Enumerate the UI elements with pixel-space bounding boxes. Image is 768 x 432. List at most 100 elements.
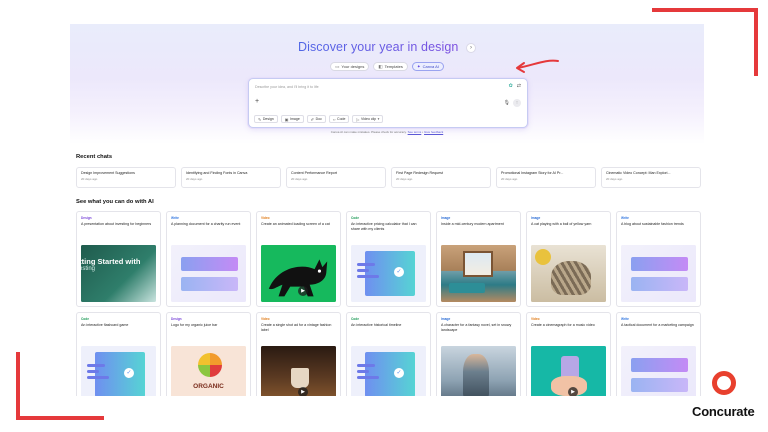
- video-icon: ▷: [356, 116, 360, 122]
- decorative-frame-bottom-left: [16, 352, 20, 420]
- chat-title: Cinematic Video Concept: Man Explori...: [606, 171, 671, 175]
- example-card[interactable]: Image A character for a fantasy novel, se…: [436, 312, 521, 396]
- add-attachment-button[interactable]: +: [255, 98, 259, 105]
- chip-label: Design: [262, 117, 274, 121]
- hero-title[interactable]: Discover your year in design ›: [70, 40, 704, 54]
- chat-title: Content Performance Report: [291, 171, 337, 175]
- card-thumbnail: ✓: [81, 346, 156, 396]
- example-card[interactable]: Code An interactive flashcard game ✓: [76, 312, 161, 396]
- card-type-label: Design: [171, 317, 182, 321]
- chat-time: 20 days ago: [501, 177, 518, 181]
- prompt-tools: ✿ ⇄: [509, 83, 521, 89]
- give-feedback-link[interactable]: Give feedback: [424, 130, 443, 134]
- thumb-block: [631, 358, 688, 372]
- fruit-logo-icon: [198, 353, 222, 377]
- thumb-bar: [357, 370, 369, 373]
- see-terms-link[interactable]: See terms: [408, 130, 422, 134]
- chat-time: 20 days ago: [396, 177, 413, 181]
- play-icon[interactable]: ▶: [568, 387, 578, 396]
- recent-chat-item[interactable]: Content Performance Report 20 days ago: [286, 167, 386, 188]
- concurate-logo-icon: [712, 371, 736, 395]
- tab-templates[interactable]: ◧ Templates: [373, 62, 408, 71]
- hero-title-text: Discover your year in design: [297, 40, 459, 54]
- card-type-label: Video: [261, 317, 270, 321]
- thumb-text: etting Started with: [81, 257, 141, 266]
- chip-image[interactable]: ▣ Image: [280, 115, 304, 123]
- recent-chat-item[interactable]: Cinematic Video Concept: Man Explori... 2…: [601, 167, 701, 188]
- character-figure: [463, 354, 489, 396]
- recent-chat-item[interactable]: Design Improvement Suggestions 20 days ag…: [76, 167, 176, 188]
- yarn-ball: [535, 249, 551, 265]
- thumb-bar: [357, 269, 369, 272]
- example-card[interactable]: Write A planning document for a charity r…: [166, 211, 251, 307]
- brand-name: Concurate: [692, 404, 755, 419]
- thumb-block: [181, 277, 238, 291]
- thumb-text: ORGANIC: [193, 383, 224, 390]
- tab-label: Canva AI: [422, 64, 439, 69]
- play-icon[interactable]: ▶: [298, 286, 308, 296]
- recent-chat-item[interactable]: First Page Redesign Request 20 days ago: [391, 167, 491, 188]
- example-card[interactable]: Video Create an animated loading screen o…: [256, 211, 341, 307]
- card-type-label: Code: [351, 317, 359, 321]
- check-icon: ✓: [394, 368, 404, 378]
- example-card[interactable]: Image Inside a mid-century modern apartme…: [436, 211, 521, 307]
- example-card[interactable]: Design A presentation about investing for…: [76, 211, 161, 307]
- chip-design[interactable]: ✎ Design: [254, 115, 278, 123]
- card-type-label: Write: [171, 216, 179, 220]
- recent-chat-item[interactable]: Identifying and Finding Fonts in Canva 20…: [181, 167, 281, 188]
- chat-time: 20 days ago: [186, 177, 203, 181]
- chip-video-clip[interactable]: ▷ Video clip ▾: [352, 115, 384, 123]
- cat-figure: [551, 261, 591, 295]
- example-card[interactable]: Code An interactive historical timeline ✓: [346, 312, 431, 396]
- prompt-input[interactable]: Describe your idea, and I'll bring it to…: [255, 85, 319, 89]
- check-icon: ✓: [394, 267, 404, 277]
- decorative-frame-bottom-left: [16, 416, 104, 420]
- microphone-icon[interactable]: 🎙: [504, 100, 510, 106]
- card-thumbnail: [621, 245, 696, 302]
- character-icon[interactable]: ✿: [509, 83, 513, 89]
- card-description: A cat playing with a ball of yellow yarn: [531, 222, 592, 226]
- example-card[interactable]: Video Create a cinemagraph for a music vi…: [526, 312, 611, 396]
- chat-time: 20 days ago: [606, 177, 623, 181]
- example-card[interactable]: Video Create a single shot ad for a vinta…: [256, 312, 341, 396]
- card-type-label: Code: [351, 216, 359, 220]
- chip-label: Code: [337, 117, 346, 121]
- example-card[interactable]: Write A blog about sustainable fashion tr…: [616, 211, 701, 307]
- example-card[interactable]: Image A cat playing with a ball of yellow…: [526, 211, 611, 307]
- card-description: A blog about sustainable fashion trends: [621, 222, 684, 226]
- recent-chat-item[interactable]: Promotional Instagram Story for AI Pr...…: [496, 167, 596, 188]
- hero-section: Discover your year in design › ▭ Your de…: [70, 24, 704, 144]
- chip-code[interactable]: ‹› Code: [328, 115, 350, 123]
- disclaimer-text: Canva AI can make mistakes. Please check…: [330, 130, 407, 134]
- card-thumbnail: [621, 346, 696, 396]
- ai-examples-grid: Design A presentation about investing for…: [76, 211, 701, 396]
- chat-time: 20 days ago: [81, 177, 98, 181]
- chat-title: Promotional Instagram Story for AI Pr...: [501, 171, 564, 175]
- card-type-label: Write: [621, 216, 629, 220]
- send-button[interactable]: ↑: [513, 99, 521, 107]
- tab-label: Templates: [384, 64, 403, 69]
- card-description: Inside a mid-century modern apartment: [441, 222, 504, 226]
- tab-your-designs[interactable]: ▭ Your designs: [330, 62, 370, 71]
- example-card[interactable]: Design Logo for my organic juice bar ORGAN…: [166, 312, 251, 396]
- chip-doc[interactable]: ✐ Doc: [306, 115, 326, 123]
- card-description: An interactive flashcard game: [81, 323, 129, 327]
- example-card[interactable]: Code An interactive pricing calculator th…: [346, 211, 431, 307]
- card-description: A character for a fantasy novel, set in …: [441, 323, 512, 332]
- recent-chats-list: Design Improvement Suggestions 20 days ag…: [76, 167, 701, 188]
- card-thumbnail: [171, 245, 246, 302]
- card-thumbnail: ✓: [351, 346, 426, 396]
- chevron-right-icon[interactable]: ›: [466, 43, 477, 53]
- templates-icon: ◧: [378, 63, 383, 69]
- card-thumbnail: ORGANIC: [171, 346, 246, 396]
- thumb-sofa: [449, 283, 485, 293]
- card-type-label: Code: [81, 317, 89, 321]
- tab-canva-ai[interactable]: ✦ Canva AI: [411, 62, 444, 71]
- play-icon[interactable]: ▶: [298, 387, 308, 396]
- shuffle-icon[interactable]: ⇄: [517, 83, 521, 89]
- card-description: An interactive historical timeline: [351, 323, 402, 327]
- thumb-text: esting: [81, 266, 96, 272]
- example-card[interactable]: Write A tactical document for a marketing…: [616, 312, 701, 396]
- thumb-window: [463, 251, 493, 277]
- designs-icon: ▭: [335, 63, 340, 69]
